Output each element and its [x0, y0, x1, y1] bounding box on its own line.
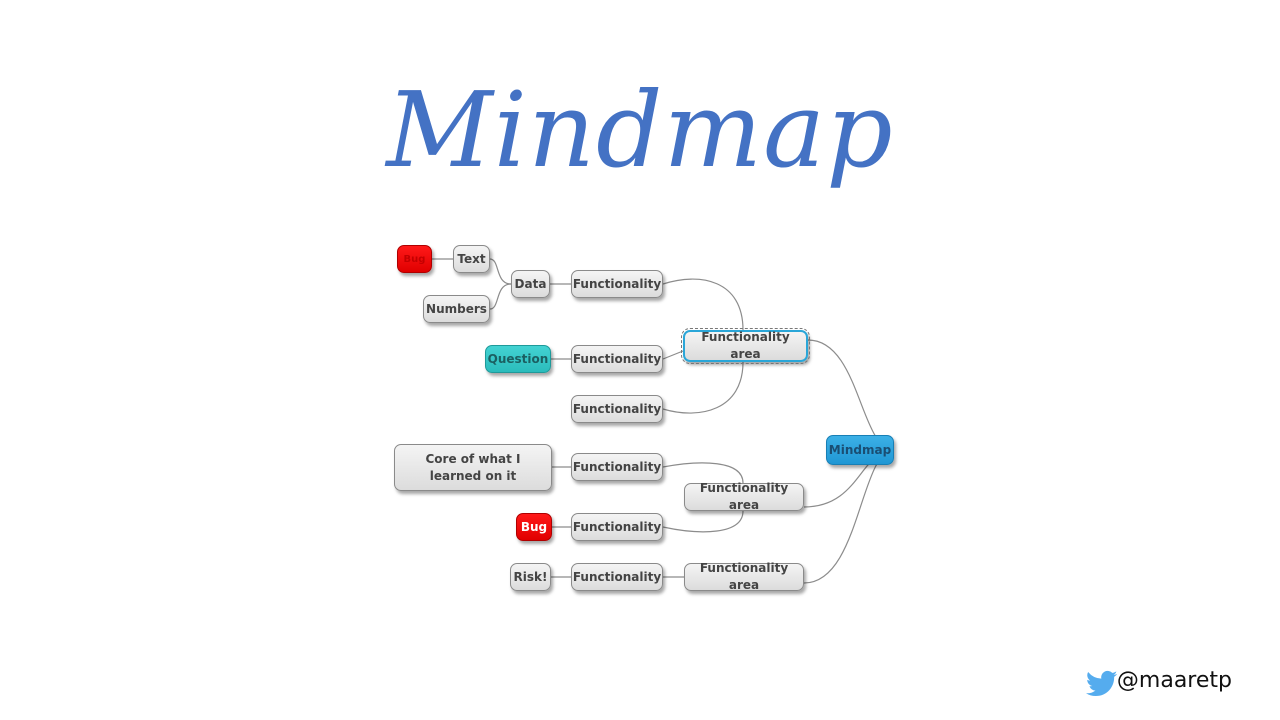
- functionality-area-node-1[interactable]: Functionality area: [681, 328, 810, 364]
- functionality-area-node-3[interactable]: Functionality area: [684, 561, 804, 592]
- data-node[interactable]: Data: [511, 270, 550, 298]
- bug-node-mid[interactable]: Bug: [516, 513, 552, 541]
- functionality-node-5[interactable]: Functionality: [571, 513, 663, 541]
- twitter-bird-icon: [1086, 670, 1118, 697]
- numbers-node[interactable]: Numbers: [423, 295, 490, 323]
- functionality-node-3[interactable]: Functionality: [571, 395, 663, 423]
- functionality-node-4[interactable]: Functionality: [571, 453, 663, 481]
- text-node[interactable]: Text: [453, 245, 490, 273]
- functionality-area-node-2[interactable]: Functionality area: [684, 481, 804, 512]
- functionality-node-1[interactable]: Functionality: [571, 270, 663, 298]
- bug-node-top[interactable]: Bug: [397, 245, 432, 273]
- twitter-handle: @maaretp: [1116, 668, 1232, 693]
- question-node[interactable]: Question: [485, 345, 551, 373]
- risk-node[interactable]: Risk!: [510, 563, 551, 591]
- functionality-node-6[interactable]: Functionality: [571, 563, 663, 591]
- functionality-node-2[interactable]: Functionality: [571, 345, 663, 373]
- core-learning-node[interactable]: Core of what I learned on it: [394, 444, 552, 491]
- mindmap-root-node[interactable]: Mindmap: [826, 435, 894, 465]
